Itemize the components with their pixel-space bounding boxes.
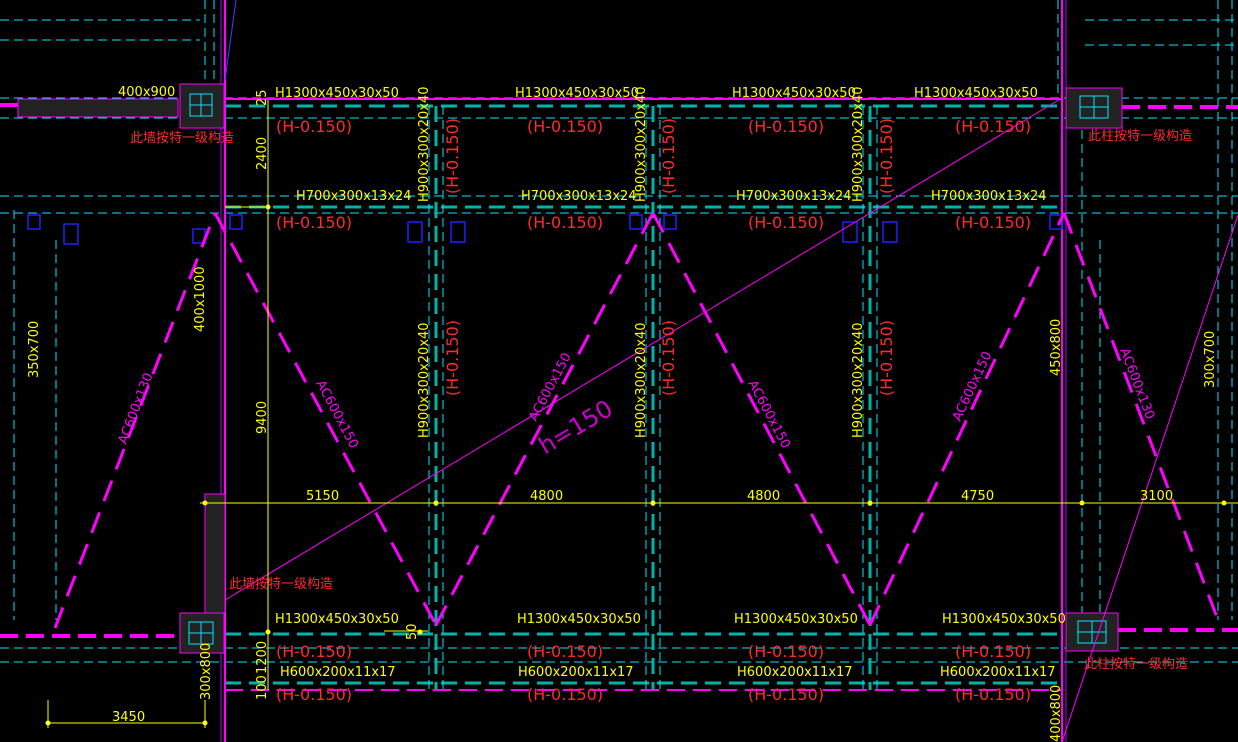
span-dimension: 5150 <box>306 489 339 504</box>
beam-label: H900x300x20x40 <box>851 322 866 438</box>
svg-text:(H-0.150): (H-0.150) <box>276 117 352 136</box>
svg-text:(H-0.150): (H-0.150) <box>276 213 352 232</box>
vertical-dimension: 9400 <box>255 401 270 434</box>
member-labels: 400x900 400x1000 350x700 450x800 300x700… <box>27 85 1218 742</box>
svg-text:(H-0.150): (H-0.150) <box>955 685 1031 704</box>
brace-6 <box>1062 212 1220 621</box>
beam-label: H700x300x13x24 <box>296 189 412 204</box>
brace-4 <box>651 212 872 626</box>
brace-3 <box>434 212 655 626</box>
column-size-label: 450x800 <box>1049 319 1064 376</box>
beam-label: H1300x450x30x50 <box>942 612 1066 627</box>
beam-label: H600x200x11x17 <box>280 665 396 680</box>
column-size-label: 400x800 <box>1049 685 1064 742</box>
svg-text:(H-0.150): (H-0.150) <box>748 213 824 232</box>
brace-label: AC600x130 <box>1116 346 1157 421</box>
bottom-dimension: 3450 <box>112 710 145 725</box>
svg-text:(H-0.150): (H-0.150) <box>443 118 462 194</box>
column-size-label: 400x1000 <box>193 266 208 332</box>
beam-label: H1300x450x30x50 <box>275 612 399 627</box>
column-size-label: 350x700 <box>27 321 42 378</box>
column-size-label: 300x800 <box>199 643 214 700</box>
cad-drawing: H1300x450x30x50 H1300x450x30x50 H1300x45… <box>0 0 1238 742</box>
brace-label: AC600x150 <box>744 378 792 451</box>
note-text: 此墙按特一级构造 <box>229 577 333 592</box>
beam-label: H900x300x20x40 <box>417 322 432 438</box>
beam-label: H600x200x11x17 <box>737 665 853 680</box>
svg-text:(H-0.150): (H-0.150) <box>443 320 462 396</box>
beam-labels-secondary: H600x200x11x17 H600x200x11x17 H600x200x1… <box>280 665 1056 680</box>
beam-label: H600x200x11x17 <box>940 665 1056 680</box>
beam-label: H900x300x20x40 <box>634 322 649 438</box>
span-dimension: 4800 <box>530 489 563 504</box>
construction-notes: 此墙按特一级构造 此柱按特一级构造 此墙按特一级构造 此柱按特一级构造 <box>130 129 1192 672</box>
beam-label: H1300x450x30x50 <box>515 86 639 101</box>
beam-label: H700x300x13x24 <box>521 189 637 204</box>
beam-label: H1300x450x30x50 <box>275 86 399 101</box>
beam-label: H700x300x13x24 <box>736 189 852 204</box>
svg-text:(H-0.150): (H-0.150) <box>527 685 603 704</box>
svg-text:(H-0.150): (H-0.150) <box>659 118 678 194</box>
note-text: 此柱按特一级构造 <box>1088 129 1192 144</box>
svg-text:(H-0.150): (H-0.150) <box>877 320 896 396</box>
vertical-dimension: 100 <box>255 675 270 700</box>
brace-2 <box>213 212 438 626</box>
wall-size-label: 400x900 <box>118 85 175 100</box>
vertical-dimension: 2400 <box>255 137 270 170</box>
beam-label: H900x300x20x40 <box>417 86 432 202</box>
brace-label: AC600x130 <box>116 371 157 446</box>
beam-label: H600x200x11x17 <box>518 665 634 680</box>
brace-label: AC600x150 <box>526 351 574 424</box>
svg-text:(H-0.150): (H-0.150) <box>527 642 603 661</box>
svg-text:(H-0.150): (H-0.150) <box>955 213 1031 232</box>
brace-label: AC600x150 <box>950 349 995 423</box>
vertical-dimension: 1200 <box>255 641 270 674</box>
svg-text:(H-0.150): (H-0.150) <box>955 642 1031 661</box>
beam-label: H1300x450x30x50 <box>517 612 641 627</box>
vertical-dimension: 50 <box>405 623 420 640</box>
beam-label: H1300x450x30x50 <box>734 612 858 627</box>
beam-label: H1300x450x30x50 <box>732 86 856 101</box>
beam-labels-vertical: H900x300x20x40 H900x300x20x40 H900x300x2… <box>417 86 866 438</box>
span-dimension: 4750 <box>961 489 994 504</box>
beam-labels-bottom: H1300x450x30x50 H1300x450x30x50 H1300x45… <box>275 612 1066 627</box>
beam-label: H900x300x20x40 <box>634 86 649 202</box>
span-dimension: 3100 <box>1140 489 1173 504</box>
svg-text:(H-0.150): (H-0.150) <box>527 117 603 136</box>
svg-text:(H-0.150): (H-0.150) <box>955 117 1031 136</box>
span-dimension: 4800 <box>747 489 780 504</box>
svg-text:(H-0.150): (H-0.150) <box>276 685 352 704</box>
svg-text:(H-0.150): (H-0.150) <box>748 117 824 136</box>
svg-text:(H-0.150): (H-0.150) <box>659 320 678 396</box>
note-text: 此柱按特一级构造 <box>1084 657 1188 672</box>
svg-text:(H-0.150): (H-0.150) <box>527 213 603 232</box>
vertical-dimension: 25 <box>255 89 270 106</box>
brace-5 <box>868 212 1066 626</box>
svg-text:(H-0.150): (H-0.150) <box>748 685 824 704</box>
svg-text:(H-0.150): (H-0.150) <box>276 642 352 661</box>
beam-label: H1300x450x30x50 <box>914 86 1038 101</box>
beam-label: H700x300x13x24 <box>931 189 1047 204</box>
svg-text:(H-0.150): (H-0.150) <box>877 118 896 194</box>
column-size-label: 300x700 <box>1203 331 1218 388</box>
note-text: 此墙按特一级构造 <box>130 131 234 146</box>
svg-text:(H-0.150): (H-0.150) <box>748 642 824 661</box>
beam-label: H900x300x20x40 <box>851 86 866 202</box>
